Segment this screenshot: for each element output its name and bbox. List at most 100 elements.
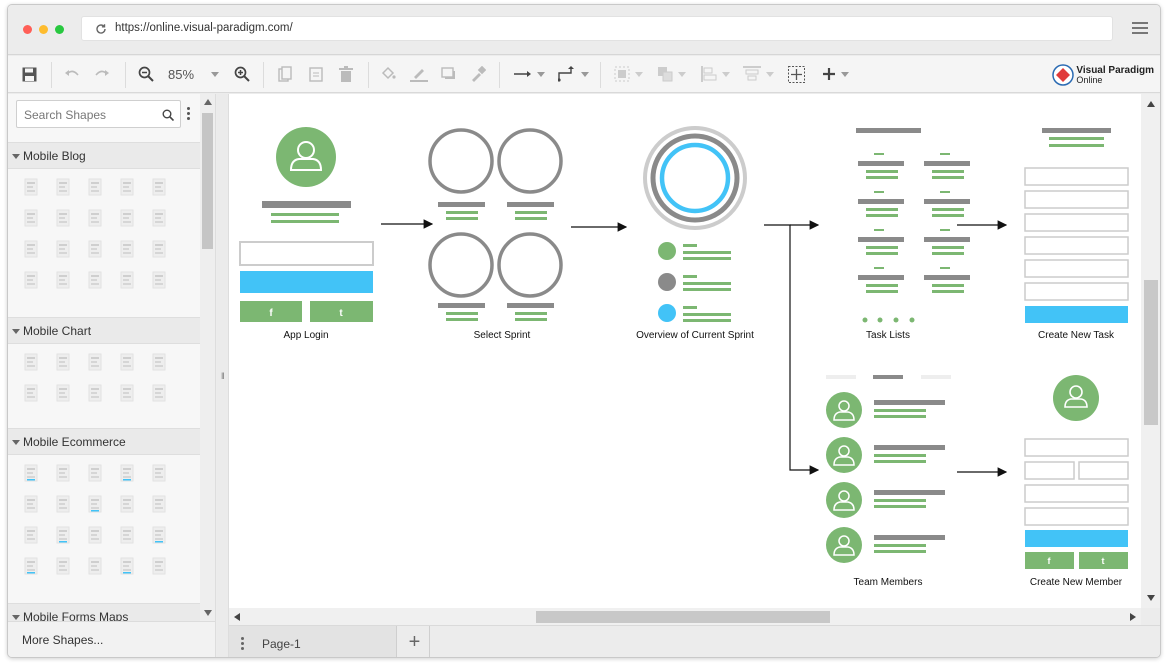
zoom-in-button[interactable] <box>233 64 251 84</box>
shape-thumbnail[interactable] <box>120 178 134 196</box>
scroll-down-icon[interactable] <box>204 610 212 616</box>
undo-button[interactable] <box>63 64 81 84</box>
horizontal-scrollbar-thumb[interactable] <box>536 611 830 623</box>
shape-thumbnail[interactable] <box>152 384 166 402</box>
shape-thumbnail[interactable] <box>120 464 134 482</box>
zoom-out-button[interactable] <box>137 64 155 84</box>
shape-thumbnail[interactable] <box>56 271 70 289</box>
shape-thumbnail[interactable] <box>88 240 102 258</box>
scroll-right-icon[interactable] <box>1130 613 1136 621</box>
sidebar-scrollbar-thumb[interactable] <box>202 113 213 249</box>
screen-create-member[interactable]: f t Create New Member <box>1024 375 1129 588</box>
shape-thumbnail[interactable] <box>56 353 70 371</box>
zoom-dropdown[interactable] <box>210 64 220 84</box>
format-painter-button[interactable] <box>469 64 487 84</box>
shape-thumbnail[interactable] <box>120 271 134 289</box>
arrange-button[interactable] <box>654 64 688 84</box>
browser-menu-icon[interactable] <box>1132 22 1148 37</box>
screen-task-lists[interactable]: Task Lists <box>856 128 970 341</box>
group-button[interactable] <box>611 64 645 84</box>
shape-thumbnail[interactable] <box>152 240 166 258</box>
shape-thumbnail[interactable] <box>24 384 38 402</box>
diagram-canvas[interactable]: f t App Login Select Sprint Overview of … <box>229 94 1141 608</box>
shape-thumbnail[interactable] <box>88 353 102 371</box>
shape-thumbnail[interactable] <box>24 209 38 227</box>
shape-thumbnail[interactable] <box>56 526 70 544</box>
insert-button[interactable] <box>818 64 852 84</box>
shape-thumbnail[interactable] <box>152 495 166 513</box>
screen-team-members[interactable]: Team Members <box>826 375 951 588</box>
shape-thumbnail[interactable] <box>56 209 70 227</box>
shape-thumbnail[interactable] <box>152 464 166 482</box>
shape-thumbnail[interactable] <box>88 495 102 513</box>
shape-thumbnail[interactable] <box>56 495 70 513</box>
shape-thumbnail[interactable] <box>24 353 38 371</box>
scroll-up-icon[interactable] <box>1147 101 1155 107</box>
shape-thumbnail[interactable] <box>152 209 166 227</box>
connector-style-button[interactable] <box>511 64 547 84</box>
canvas-vertical-scrollbar[interactable] <box>1141 94 1160 608</box>
align-button[interactable] <box>698 64 732 84</box>
shape-thumbnail[interactable] <box>24 557 38 575</box>
search-icon[interactable] <box>162 109 174 121</box>
minimize-window-button[interactable] <box>39 25 48 34</box>
shape-thumbnail[interactable] <box>56 240 70 258</box>
sidebar-splitter[interactable]: ǁ <box>217 94 229 657</box>
shape-thumbnail[interactable] <box>120 526 134 544</box>
canvas-horizontal-scrollbar[interactable] <box>229 608 1141 625</box>
save-button[interactable] <box>20 64 38 84</box>
shape-thumbnail[interactable] <box>152 178 166 196</box>
shape-thumbnail[interactable] <box>88 464 102 482</box>
shape-thumbnail[interactable] <box>88 384 102 402</box>
shape-thumbnail[interactable] <box>120 384 134 402</box>
address-bar[interactable]: https://online.visual-paradigm.com/ <box>81 16 1113 41</box>
shape-thumbnail[interactable] <box>120 209 134 227</box>
delete-button[interactable] <box>337 64 355 84</box>
screen-create-task[interactable]: Create New Task <box>1024 128 1129 341</box>
category-mobile-ecommerce[interactable]: Mobile Ecommerce <box>8 428 200 455</box>
screen-app-login[interactable]: f t App Login <box>239 127 374 341</box>
shape-thumbnail[interactable] <box>120 240 134 258</box>
elbow-connector[interactable] <box>764 224 820 475</box>
shape-thumbnail[interactable] <box>120 557 134 575</box>
shape-thumbnail[interactable] <box>152 526 166 544</box>
shape-thumbnail[interactable] <box>152 557 166 575</box>
category-mobile-forms-maps[interactable]: Mobile Forms Maps <box>8 603 200 621</box>
shape-thumbnail[interactable] <box>56 464 70 482</box>
screen-select-sprint[interactable]: Select Sprint <box>428 128 563 341</box>
screen-overview[interactable]: Overview of Current Sprint <box>636 126 754 341</box>
shape-thumbnail[interactable] <box>56 557 70 575</box>
category-mobile-blog[interactable]: Mobile Blog <box>8 142 200 169</box>
shape-thumbnail[interactable] <box>88 526 102 544</box>
search-shapes-input[interactable]: Search Shapes <box>16 100 181 128</box>
redo-button[interactable] <box>93 64 111 84</box>
distribute-button[interactable] <box>741 64 775 84</box>
page-options-icon[interactable] <box>241 637 244 652</box>
vertical-scrollbar-thumb[interactable] <box>1144 280 1158 425</box>
shape-thumbnail[interactable] <box>24 178 38 196</box>
sidebar-scrollbar[interactable] <box>200 94 215 621</box>
add-page-button[interactable]: + <box>400 626 430 657</box>
connector-routing-button[interactable] <box>555 64 591 84</box>
shape-thumbnail[interactable] <box>56 178 70 196</box>
fill-color-button[interactable] <box>379 64 397 84</box>
scroll-up-icon[interactable] <box>204 99 212 105</box>
copy-button[interactable] <box>276 64 294 84</box>
maximize-window-button[interactable] <box>55 25 64 34</box>
shape-thumbnail[interactable] <box>24 240 38 258</box>
shape-thumbnail[interactable] <box>152 271 166 289</box>
shape-thumbnail[interactable] <box>24 495 38 513</box>
shape-thumbnail[interactable] <box>24 526 38 544</box>
paste-button[interactable] <box>307 64 325 84</box>
shape-thumbnail[interactable] <box>24 271 38 289</box>
fit-page-button[interactable] <box>787 64 805 84</box>
category-mobile-chart[interactable]: Mobile Chart <box>8 317 200 344</box>
scroll-left-icon[interactable] <box>234 613 240 621</box>
shape-thumbnail[interactable] <box>56 384 70 402</box>
shape-thumbnail[interactable] <box>88 178 102 196</box>
scroll-down-icon[interactable] <box>1147 595 1155 601</box>
close-window-button[interactable] <box>23 25 32 34</box>
sidebar-options-icon[interactable] <box>187 107 190 122</box>
tab-page-1[interactable]: Page-1 <box>229 626 397 657</box>
shape-thumbnail[interactable] <box>24 464 38 482</box>
